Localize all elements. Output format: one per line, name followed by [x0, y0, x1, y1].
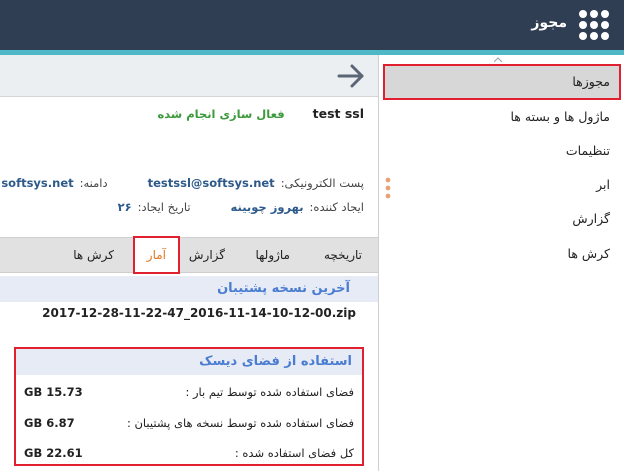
disk-row-team-usage: فضای استفاده شده توسط تیم بار : GB 15.73	[24, 385, 354, 405]
disk-row-total-usage: کل فضای استفاده شده : GB 22.61	[24, 446, 354, 466]
sidebar-item-settings[interactable]: تنظیمات	[379, 133, 624, 169]
tab-modules[interactable]: ماژولها	[255, 238, 290, 272]
disk-usage-title: استفاده از فضای دیسک	[16, 349, 362, 375]
caret-up-icon	[494, 57, 502, 62]
email-value[interactable]: testssl@softsys.net	[148, 176, 275, 190]
tab-stats[interactable]: آمار	[132, 236, 180, 274]
tab-report[interactable]: گزارش	[189, 238, 225, 272]
sidebar-item-crashes[interactable]: کرش ها	[379, 236, 624, 272]
app-title: مجوز	[531, 15, 567, 31]
creator-value[interactable]: بهروز چوبینه	[231, 200, 304, 214]
toolbar	[0, 55, 378, 97]
arrow-right-icon[interactable]	[336, 63, 366, 89]
license-status: فعال سازی انجام شده	[157, 107, 285, 121]
license-name: test ssl	[312, 106, 364, 121]
domain-value[interactable]: softsys.net	[1, 176, 73, 190]
disk-row-value: GB 6.87	[24, 416, 75, 430]
disk-row-label: فضای استفاده شده توسط تیم بار :	[185, 385, 354, 399]
sidebar: مجوزها ماژول ها و بسته ها تنظیمات ابر گز…	[378, 55, 624, 471]
detail-tabs: تاریخچه ماژولها گزارش آمار کرش ها	[0, 236, 378, 274]
created-date-value: ۲۶	[117, 200, 132, 214]
disk-row-value: GB 15.73	[24, 385, 83, 399]
creator-label: ایجاد کننده:	[309, 200, 364, 214]
tab-crashes[interactable]: کرش ها	[73, 238, 114, 272]
info-row-email-domain: پست الکترونیکی: testssl@softsys.net دامن…	[1, 176, 364, 190]
sidebar-item-cloud[interactable]: ابر	[379, 167, 624, 203]
grid-apps-icon[interactable]	[578, 9, 610, 41]
sidebar-item-modules[interactable]: ماژول ها و بسته ها	[379, 99, 624, 135]
main-content: test ssl فعال سازی انجام شده پست الکترون…	[0, 55, 378, 471]
disk-row-backup-usage: فضای استفاده شده توسط نسخه های پشتیبان :…	[24, 416, 354, 436]
tab-history[interactable]: تاریخچه	[324, 238, 362, 272]
disk-usage-panel: استفاده از فضای دیسک فضای استفاده شده تو…	[14, 347, 364, 466]
disk-row-label: فضای استفاده شده توسط نسخه های پشتیبان :	[126, 416, 354, 430]
info-row-creator-date: ایجاد کننده: بهروز چوبینه تاریخ ایجاد: ۲…	[118, 200, 364, 214]
sidebar-item-report[interactable]: گزارش	[379, 201, 624, 237]
license-title-line: test ssl فعال سازی انجام شده	[157, 106, 364, 121]
top-header-bar: مجوز	[0, 0, 624, 50]
created-date-label: تاریخ ایجاد:	[137, 200, 191, 214]
domain-label: دامنه:	[79, 176, 108, 190]
sidebar-item-licenses[interactable]: مجوزها	[383, 64, 621, 100]
email-label: پست الکترونیکی:	[280, 176, 364, 190]
disk-row-value: GB 22.61	[24, 446, 83, 460]
disk-row-label: کل فضای استفاده شده :	[234, 446, 354, 460]
backup-section-title: آخرین نسخه پشتیبان	[0, 276, 378, 302]
backup-file-link[interactable]: 2017-12-28-11-22-47_2016-11-14-10-12-00.…	[42, 306, 356, 320]
